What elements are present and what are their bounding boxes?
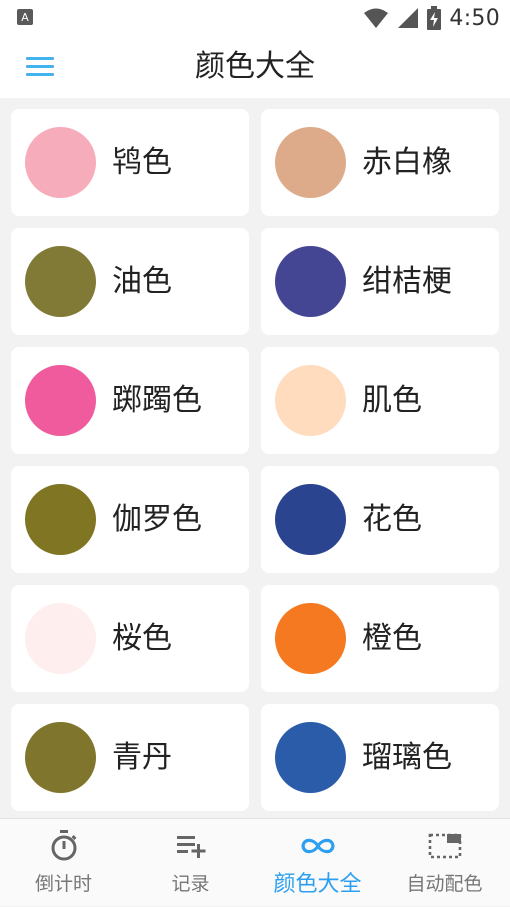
color-grid: 鸨色 赤白橡 油色 绀桔梗 踯躅色 肌色 伽罗色 花色 桜色 橙色 青丹 瑠璃色 xyxy=(0,98,510,818)
nav-label: 自动配色 xyxy=(406,873,483,895)
nav-tab-records[interactable]: 记录 xyxy=(127,819,254,907)
color-card[interactable]: 绀桔梗 xyxy=(261,228,499,335)
svg-text:A: A xyxy=(21,11,29,24)
color-name: 橙色 xyxy=(362,621,422,656)
color-name: 赤白橡 xyxy=(362,145,452,180)
nav-label: 倒计时 xyxy=(34,873,92,895)
color-swatch xyxy=(275,365,346,436)
nav-tab-countdown[interactable]: 倒计时 xyxy=(0,819,127,907)
nav-tab-auto-palette[interactable]: 自动配色 xyxy=(381,819,508,907)
color-swatch xyxy=(25,365,96,436)
color-swatch xyxy=(25,484,96,555)
status-bar: A 4:50 xyxy=(0,0,510,36)
cell-signal-icon xyxy=(398,8,419,28)
color-name: 绀桔梗 xyxy=(362,264,452,299)
color-card[interactable]: 橙色 xyxy=(261,585,499,692)
color-card[interactable]: 青丹 xyxy=(11,704,249,811)
nav-tab-color-encyclopedia[interactable]: 颜色大全 xyxy=(254,819,381,907)
hamburger-menu-icon xyxy=(26,57,54,76)
dashed-frame-icon xyxy=(428,833,461,859)
color-swatch xyxy=(25,722,96,793)
color-name: 油色 xyxy=(112,264,172,299)
a-notification-icon: A xyxy=(17,9,33,25)
color-swatch xyxy=(25,603,96,674)
nav-label: 记录 xyxy=(171,873,210,895)
color-card[interactable]: 伽罗色 xyxy=(11,466,249,573)
playlist-add-icon xyxy=(176,836,205,858)
color-card[interactable]: 瑠璃色 xyxy=(261,704,499,811)
bottom-nav: 倒计时 记录 颜色大全 自动配色 xyxy=(0,818,510,906)
color-name: 瑠璃色 xyxy=(362,740,452,775)
status-icons: 4:50 xyxy=(363,4,500,32)
color-name: 伽罗色 xyxy=(112,502,202,537)
stopwatch-icon xyxy=(51,830,76,861)
color-swatch xyxy=(275,484,346,555)
color-name: 桜色 xyxy=(112,621,172,656)
nav-label: 颜色大全 xyxy=(273,872,362,897)
color-name: 肌色 xyxy=(362,383,422,418)
color-card[interactable]: 踯躅色 xyxy=(11,347,249,454)
color-card[interactable]: 鸨色 xyxy=(11,109,249,216)
color-card[interactable]: 赤白橡 xyxy=(261,109,499,216)
color-name: 花色 xyxy=(362,502,422,537)
color-card[interactable]: 油色 xyxy=(11,228,249,335)
battery-charging-icon xyxy=(427,6,442,30)
color-swatch xyxy=(275,722,346,793)
color-swatch xyxy=(275,127,346,198)
status-time: 4:50 xyxy=(449,5,500,31)
color-name: 青丹 xyxy=(112,740,172,775)
color-card[interactable]: 花色 xyxy=(261,466,499,573)
menu-button[interactable] xyxy=(20,52,60,82)
color-swatch xyxy=(275,246,346,317)
color-swatch xyxy=(275,603,346,674)
app-bar: 颜色大全 xyxy=(0,36,510,98)
infinity-icon xyxy=(300,838,335,854)
color-swatch xyxy=(25,246,96,317)
page-title: 颜色大全 xyxy=(195,49,315,84)
color-card[interactable]: 桜色 xyxy=(11,585,249,692)
color-name: 踯躅色 xyxy=(112,383,202,418)
color-swatch xyxy=(25,127,96,198)
color-name: 鸨色 xyxy=(112,145,172,180)
wifi-icon xyxy=(364,8,389,28)
color-card[interactable]: 肌色 xyxy=(261,347,499,454)
